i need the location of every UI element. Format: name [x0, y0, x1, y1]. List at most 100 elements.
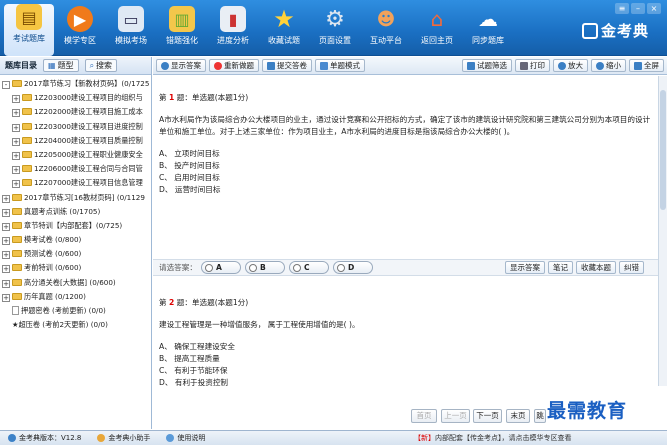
answer-choice-d[interactable]: D [332, 261, 373, 274]
tree-item[interactable]: + 真题考点训练 (0/1705) [2, 205, 149, 219]
report-error-button[interactable]: 纠错 [619, 261, 644, 274]
nav-mock-exam[interactable]: ▭ 模拟考场 [106, 6, 156, 52]
nav-label: 错题强化 [166, 36, 198, 45]
nav-progress[interactable]: ▮ 进度分析 [208, 6, 258, 52]
expand-icon[interactable]: + [2, 194, 10, 203]
expand-icon[interactable]: + [12, 180, 20, 189]
question-2-options: A、 确保工程建设安全 B、 提高工程质量 C、 有利于节能环保 D、 有利于投… [159, 341, 647, 386]
tree-item-label: 1Z207000建设工程项目信息管理 [34, 178, 143, 188]
tree-item[interactable]: +1Z206000建设工程合同与合同管 [2, 162, 149, 176]
tree-item[interactable]: +1Z202000建设工程项目施工成本 [2, 105, 149, 119]
print-button[interactable]: 打印 [515, 59, 550, 72]
nav-page-settings[interactable]: ⚙ 页面设置 [310, 6, 360, 52]
nav-sync[interactable]: ☁ 同步题库 [463, 6, 513, 52]
zoom-out-button[interactable]: 缩小 [591, 59, 626, 72]
folder-icon [12, 292, 22, 300]
vertical-scrollbar[interactable] [658, 76, 667, 386]
version-info: 金考典版本：V12.8 [0, 433, 89, 443]
helper-link[interactable]: 金考典小助手 [89, 433, 158, 443]
nav-mock-zone[interactable]: ▶ 模学专区 [55, 6, 105, 52]
question-number: 1 [169, 93, 175, 102]
people-icon: ☻ [376, 8, 396, 30]
play-icon: ▶ [67, 6, 93, 32]
tree-item[interactable]: +1Z204000建设工程项目质量控制 [2, 134, 149, 148]
expand-icon[interactable]: + [12, 109, 20, 118]
favorite-button[interactable]: 收藏本题 [576, 261, 616, 274]
collapse-icon[interactable]: - [2, 81, 10, 89]
radio-icon [204, 263, 213, 272]
search-label: 搜索 [96, 61, 113, 70]
zoom-out-label: 缩小 [606, 61, 621, 70]
answer-bar: 请选答案： A B C D 显示答案 笔记 收藏本题 纠错 [153, 259, 658, 276]
redo-button[interactable]: 重新做题 [209, 59, 259, 72]
show-answer-button[interactable]: 显示答案 [156, 59, 206, 72]
minimize-icon[interactable]: – [631, 3, 645, 14]
tree-item[interactable]: +1Z207000建设工程项目信息管理 [2, 176, 149, 190]
tree-item[interactable]: +1Z203000建设工程项目进度控制 [2, 120, 149, 134]
nav-favorites[interactable]: ★ 收藏试题 [259, 5, 309, 52]
tree-item[interactable]: + 模考试卷 (0/800) [2, 233, 149, 247]
answer-actions: 显示答案 笔记 收藏本题 纠错 [505, 261, 644, 274]
tree-item[interactable]: +1Z205000建设工程职业健康安全 [2, 148, 149, 162]
expand-icon[interactable]: + [2, 222, 10, 231]
expand-icon[interactable]: + [2, 293, 10, 302]
menu-icon[interactable]: ≡ [615, 3, 629, 14]
tree-item-label: 1Z206000建设工程合同与合同管 [34, 164, 143, 174]
first-page-button[interactable]: 首页 [411, 409, 437, 423]
expand-icon[interactable]: + [12, 95, 20, 104]
news-tag: 【新】 [414, 434, 435, 442]
tree-item[interactable]: + 章节特训【内部配套】(0/725) [2, 219, 149, 233]
fullscreen-button[interactable]: 全屏 [629, 59, 664, 72]
tree-item[interactable]: 押题密卷 (考前更新) (0/0) [2, 304, 149, 318]
single-mode-button[interactable]: 单题模式 [315, 59, 365, 72]
tree-item-label: 1Z203000建设工程项目的组织与 [34, 93, 143, 103]
expand-icon[interactable]: + [2, 208, 10, 217]
expand-icon[interactable]: + [12, 123, 20, 132]
nav-question-bank[interactable]: ▤ 考试题库 [4, 4, 54, 56]
nav-label: 返回主页 [421, 36, 453, 45]
expand-icon[interactable]: + [12, 166, 20, 175]
scroll-thumb[interactable] [660, 90, 666, 210]
next-page-button[interactable]: 下一页 [473, 409, 502, 423]
show-answer-label: 显示答案 [171, 61, 201, 70]
filter-button[interactable]: 试题筛选 [462, 59, 512, 72]
news-ticker[interactable]: 【新】内部配套【传金考点】，请点击模华专区查看 [414, 433, 572, 443]
prev-page-button[interactable]: 上一页 [441, 409, 470, 423]
close-icon[interactable]: × [647, 3, 661, 14]
tree-item[interactable]: + 预测试卷 (0/600) [2, 247, 149, 261]
expand-icon[interactable]: + [2, 237, 10, 246]
expand-icon[interactable]: + [2, 251, 10, 260]
nav-community[interactable]: ☻ 互动平台 [361, 6, 411, 52]
tree-item[interactable]: ★超压卷 (考前2天更新) (0/0) [2, 318, 149, 332]
tree-item[interactable]: +2017章节练习[16教材页码] (0/1129 [2, 191, 149, 205]
tree-item[interactable]: + 历年真题 (0/1200) [2, 290, 149, 304]
zoom-out-icon [596, 61, 604, 70]
nav-wrong-drill[interactable]: ▥ 错题强化 [157, 6, 207, 52]
search-button[interactable]: ⌕ 搜索 [84, 59, 118, 72]
question-type-button[interactable]: ▦ 题型 [43, 59, 79, 72]
answer-choice-b[interactable]: B [244, 261, 285, 274]
question-number: 2 [169, 298, 175, 307]
expand-icon[interactable]: + [2, 265, 10, 274]
tree-item[interactable]: + 高分通关卷[大数据] (0/600) [2, 276, 149, 290]
nav-home[interactable]: ⌂ 返回主页 [412, 6, 462, 52]
show-answer-inline-button[interactable]: 显示答案 [505, 261, 545, 274]
tree-item[interactable]: +1Z203000建设工程项目的组织与 [2, 91, 149, 105]
zoom-in-button[interactable]: 放大 [553, 59, 588, 72]
last-page-button[interactable]: 末页 [506, 409, 530, 423]
answer-choice-a[interactable]: A [200, 261, 241, 274]
note-button[interactable]: 笔记 [548, 261, 573, 274]
expand-icon[interactable]: + [12, 137, 20, 146]
submit-button[interactable]: 提交答卷 [262, 59, 312, 72]
expand-icon[interactable]: + [12, 151, 20, 160]
tree-item[interactable]: - 2017章节练习【新教材页码】(0/1725 [2, 77, 149, 91]
jump-button[interactable]: 跳 [534, 409, 546, 423]
tree-item[interactable]: + 考前特训 (0/600) [2, 261, 149, 275]
expand-icon[interactable]: + [2, 279, 10, 288]
question-2-header: 第 2 题：单选题(本题1分) [159, 297, 647, 309]
guide-link[interactable]: 使用说明 [158, 433, 213, 443]
q-head-suffix: 题：单选题(本题1分) [176, 298, 249, 307]
answer-choice-c[interactable]: C [288, 261, 329, 274]
folder-icon [22, 179, 32, 187]
option-c: C、 启用时间目标 [159, 173, 220, 182]
